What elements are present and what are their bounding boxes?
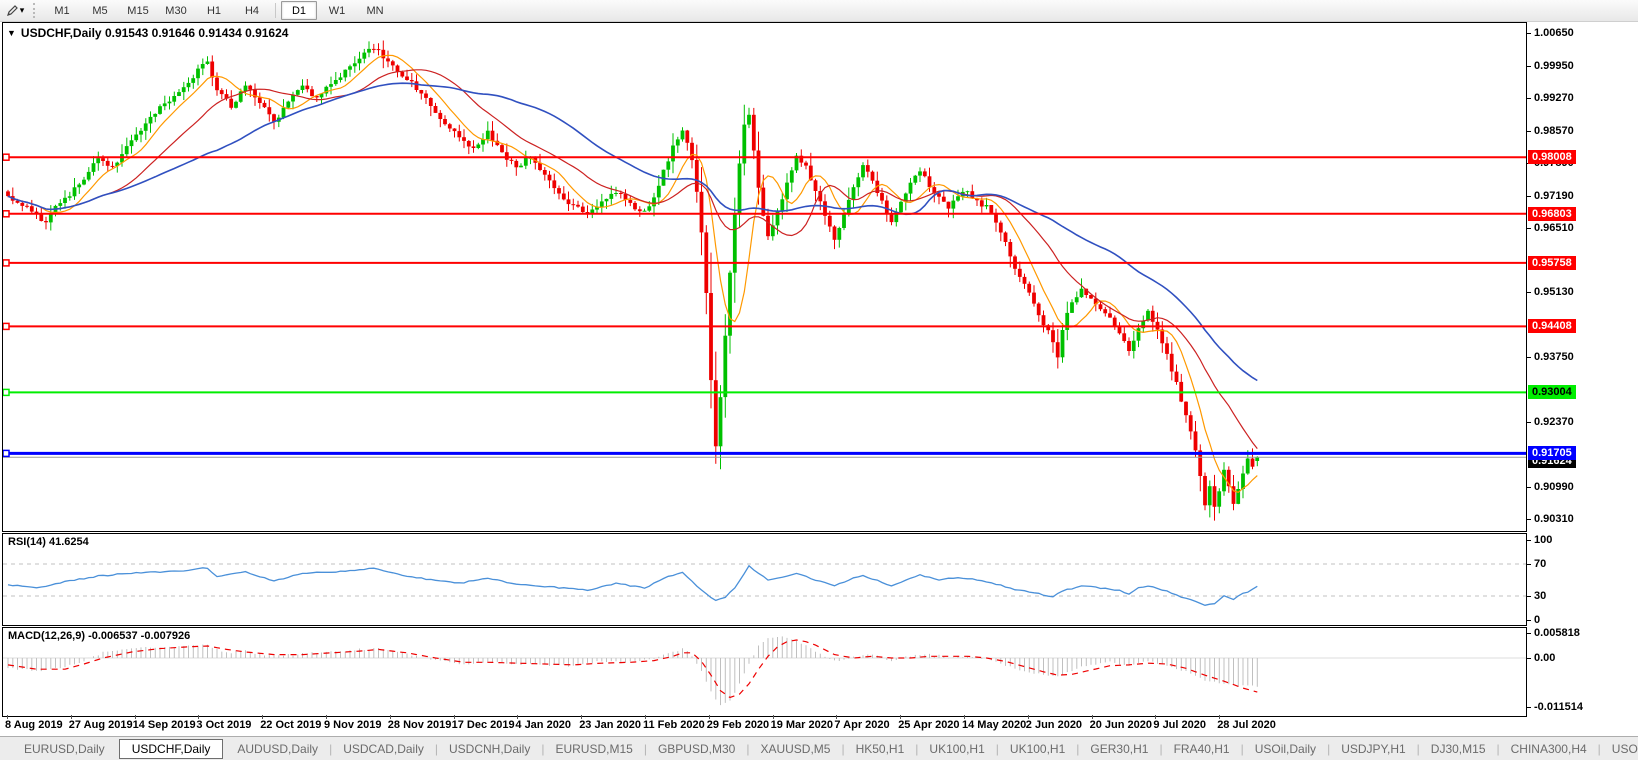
axis-tick xyxy=(1526,596,1531,597)
time-axis-date-label: 2 Jun 2020 xyxy=(1025,719,1083,731)
time-axis-date-label: 25 Apr 2020 xyxy=(898,719,960,731)
axis-tick xyxy=(1526,357,1531,359)
time-axis-date-label: 7 Apr 2020 xyxy=(834,719,890,731)
macd-axis-tick-label: 0.00 xyxy=(1534,652,1556,664)
axis-tick xyxy=(1526,540,1531,541)
macd-indicator xyxy=(3,636,1526,706)
rsi-axis-tick-label: 100 xyxy=(1534,534,1553,546)
macd-label: MACD(12,26,9) -0.006537 -0.007926 xyxy=(8,630,191,642)
price-axis-tick-label: 0.96510 xyxy=(1534,221,1574,234)
axis-tick xyxy=(1526,658,1531,659)
time-axis-date-label: 14 Sep 2019 xyxy=(132,719,196,731)
rsi-indicator xyxy=(3,563,1526,606)
trading-platform-window: ▾ M1 M5 M15 M30 H1 H4 D1 W1 MN ▼ USDCHF,Daily 0.… xyxy=(0,0,1638,760)
time-axis-date-label: 9 Jul 2020 xyxy=(1153,719,1206,731)
price-axis-tick-label: 0.95130 xyxy=(1534,286,1574,299)
time-axis-date-label: 11 Feb 2020 xyxy=(643,719,705,731)
time-axis-date-label: 28 Nov 2019 xyxy=(387,719,452,731)
axis-tick xyxy=(1526,97,1531,99)
time-axis-date-label: 22 Oct 2019 xyxy=(260,719,322,731)
rsi-label: RSI(14) 41.6254 xyxy=(8,536,89,548)
time-axis-date-label: 14 May 2020 xyxy=(962,719,1027,731)
level-price-label: 0.96803 xyxy=(1528,206,1576,221)
rsi-axis-tick-label: 0 xyxy=(1534,614,1541,626)
axis-tick xyxy=(1526,487,1531,489)
level-price-label: 0.95758 xyxy=(1528,255,1576,270)
axis-tick xyxy=(1526,195,1531,197)
price-axis-tick-label: 0.99950 xyxy=(1534,59,1574,72)
rsi-axis-tick-label: 70 xyxy=(1534,558,1547,570)
time-axis-date-label: 17 Dec 2019 xyxy=(451,719,515,731)
price-axis-tick-label: 0.92370 xyxy=(1534,416,1574,429)
moving-average-lines xyxy=(7,54,1258,493)
price-axis-tick-label: 0.90990 xyxy=(1534,481,1574,494)
time-axis-date-label: 23 Jan 2020 xyxy=(579,719,641,731)
chart-title-text: USDCHF,Daily 0.91543 0.91646 0.91434 0.9… xyxy=(20,26,289,40)
axis-tick xyxy=(1526,422,1531,424)
axis-tick xyxy=(1526,65,1531,67)
time-axis-date-label: 20 Jun 2020 xyxy=(1089,719,1152,731)
chart-context-caret-icon[interactable]: ▼ xyxy=(7,28,16,38)
price-axis-tick-label: 0.90310 xyxy=(1534,512,1574,525)
macd-axis-tick-label: 0.005818 xyxy=(1534,626,1580,639)
level-price-label: 0.98008 xyxy=(1528,150,1576,165)
time-axis-date-label: 19 Mar 2020 xyxy=(770,719,833,731)
time-axis-date-label: 9 Nov 2019 xyxy=(324,719,382,731)
level-price-label: 0.94408 xyxy=(1528,319,1576,334)
price-axis-tick-label: 0.98570 xyxy=(1534,124,1574,137)
time-axis-date-label: 4 Jan 2020 xyxy=(515,719,572,731)
axis-tick xyxy=(1526,227,1531,229)
axis-tick xyxy=(1526,33,1531,34)
level-price-label: 0.93004 xyxy=(1528,385,1576,400)
macd-axis-tick-label: -0.011514 xyxy=(1534,701,1583,714)
axis-tick xyxy=(1526,130,1531,132)
time-axis-date-label: 27 Aug 2019 xyxy=(68,719,133,731)
axis-tick xyxy=(1526,292,1531,294)
candles xyxy=(6,40,1260,521)
price-axis-tick-label: 1.00650 xyxy=(1534,27,1574,39)
axis-tick xyxy=(1526,707,1531,709)
time-axis-date-label: 28 Jul 2020 xyxy=(1217,719,1276,731)
price-axis-tick-label: 0.99270 xyxy=(1534,91,1574,104)
time-axis-date-label: 29 Feb 2020 xyxy=(706,719,770,731)
level-price-label: 0.91705 xyxy=(1528,446,1576,461)
axis-tick xyxy=(1526,564,1531,565)
time-axis-date-label: 3 Oct 2019 xyxy=(196,719,252,731)
axis-tick xyxy=(1526,518,1531,520)
time-axis-date-label: 8 Aug 2019 xyxy=(5,719,63,731)
price-axis-tick-label: 0.93750 xyxy=(1534,351,1574,364)
axis-tick xyxy=(1526,632,1531,634)
axis-tick xyxy=(1526,620,1531,621)
price-axis-tick-label: 0.97190 xyxy=(1534,189,1574,202)
rsi-axis-tick-label: 30 xyxy=(1534,590,1547,602)
chart-title: ▼ USDCHF,Daily 0.91543 0.91646 0.91434 0… xyxy=(7,26,288,40)
